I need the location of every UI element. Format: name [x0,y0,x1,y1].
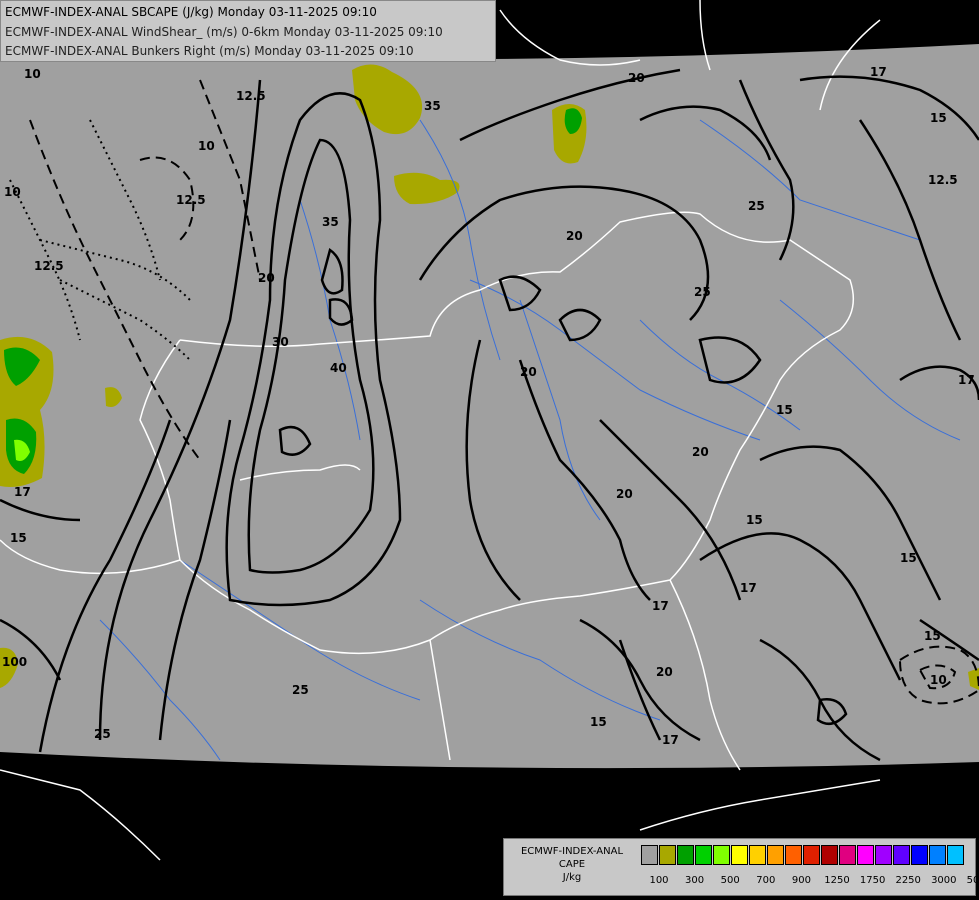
contour-label: 35 [424,99,441,113]
legend-swatches [641,845,965,865]
contour-label: 12.5 [34,259,64,273]
contour-label: 15 [10,531,27,545]
contour-label: 20 [628,71,645,85]
contour-label: 10 [930,673,947,687]
legend-title-model: ECMWF-INDEX-ANAL [520,846,624,857]
legend-tick-label: 700 [756,875,776,886]
contour-label: 25 [94,727,111,741]
contour-label: 15 [930,111,947,125]
contour-label: 20 [692,445,709,459]
title-windshear: ECMWF-INDEX-ANAL WindShear_ (m/s) 0-6km … [5,25,443,39]
legend-swatch [713,845,730,865]
contour-label: 100 [2,655,27,669]
legend-swatch [911,845,928,865]
contour-label: 20 [258,271,275,285]
legend-swatch [785,845,802,865]
contour-label: 17 [958,373,975,387]
contour-label: 15 [776,403,793,417]
legend-swatch [893,845,910,865]
contour-label: 20 [616,487,633,501]
legend-swatch [659,845,676,865]
legend-tick-label: 5000 [966,875,979,886]
contour-label: 17 [652,599,669,613]
legend-ticks: 100 300 500 700 900 1250 1750 2250 3000 5000 [641,875,979,889]
contour-label: 20 [520,365,537,379]
legend-title: ECMWF-INDEX-ANAL CAPE J/kg [510,845,634,884]
weather-map[interactable]: 10 12.5 15 17 20 20 20 25 25 25 25 30 35… [0,0,979,900]
legend-swatch [839,845,856,865]
cape-legend: ECMWF-INDEX-ANAL CAPE J/kg 100 300 500 700 9… [503,838,979,896]
map-viewer: 10 12.5 15 17 20 20 20 25 25 25 25 30 35… [0,0,979,900]
contour-label: 20 [566,229,583,243]
contour-label: 15 [900,551,917,565]
contour-label: 17 [870,65,887,79]
legend-swatch [677,845,694,865]
legend-swatch [767,845,784,865]
contour-label: 17 [662,733,679,747]
legend-swatch [929,845,946,865]
legend-title-param: CAPE [558,859,586,870]
contour-label: 20 [656,665,673,679]
legend-swatch [803,845,820,865]
title-sbcape: ECMWF-INDEX-ANAL SBCAPE (J/kg) Monday 03… [5,5,377,19]
legend-tick-label: 300 [685,875,705,886]
legend-swatch [641,845,658,865]
legend-swatch [695,845,712,865]
legend-swatch [731,845,748,865]
contour-label: 30 [272,335,289,349]
contour-label: 12.5 [176,193,206,207]
legend-swatch [821,845,838,865]
legend-swatch [857,845,874,865]
contour-label: 17 [14,485,31,499]
legend-tick-label: 500 [720,875,740,886]
contour-label: 10 [4,185,21,199]
legend-swatch [947,845,964,865]
legend-title-unit: J/kg [562,872,582,883]
legend-tick-label: 3000 [931,875,957,886]
contour-label: 15 [924,629,941,643]
contour-label: 10 [24,67,41,81]
legend-swatch [875,845,892,865]
contour-label: 10 [198,139,215,153]
contour-label: 15 [746,513,763,527]
contour-label: 12.5 [928,173,958,187]
legend-tick-label: 100 [649,875,669,886]
legend-tick-label: 1750 [859,875,886,886]
title-bunkers: ECMWF-INDEX-ANAL Bunkers Right (m/s) Mon… [5,44,414,58]
contour-label: 40 [330,361,347,375]
contour-label: 35 [322,215,339,229]
map-title-box: ECMWF-INDEX-ANAL SBCAPE (J/kg) Monday 03… [0,0,496,62]
legend-tick-label: 900 [791,875,811,886]
contour-label: 17 [740,581,757,595]
contour-label: 12.5 [236,89,266,103]
contour-label: 25 [694,285,711,299]
legend-tick-label: 2250 [895,875,921,886]
contour-label: 15 [590,715,607,729]
model-domain [0,44,979,769]
contour-label: 25 [292,683,309,697]
legend-tick-label: 1250 [824,875,850,886]
contour-label: 25 [748,199,765,213]
legend-swatch [749,845,766,865]
